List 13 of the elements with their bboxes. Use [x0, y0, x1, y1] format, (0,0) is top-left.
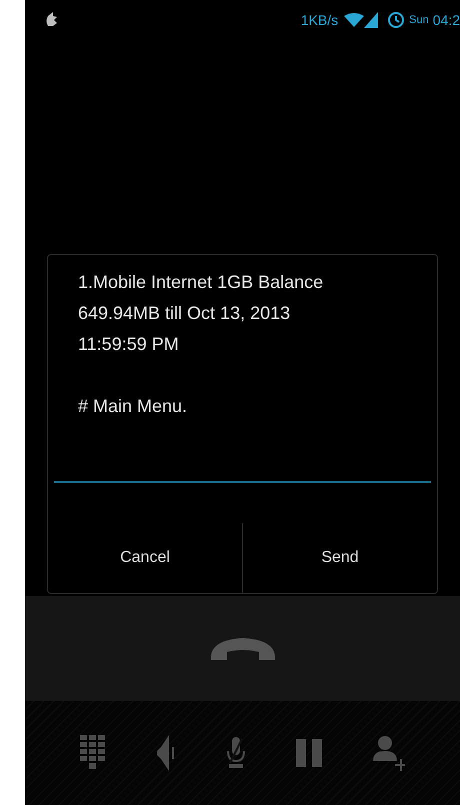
add-person-button[interactable]	[373, 735, 406, 771]
data-speed: 1KB/s	[300, 10, 338, 30]
signal-icon	[364, 12, 378, 28]
clock-icon	[388, 12, 404, 28]
day-label: Sun	[409, 12, 429, 28]
cancel-button[interactable]: Cancel	[48, 523, 242, 593]
dialpad-button[interactable]	[80, 735, 106, 771]
message-text: 1.Mobile Internet 1GB Balance 649.94MB till Oct 13, 2013 11:59:59 PM # Main Menu.	[77, 271, 324, 418]
wifi-icon	[344, 13, 364, 27]
pause-button[interactable]	[296, 739, 324, 767]
send-button[interactable]: Send	[242, 523, 437, 593]
microphone-button[interactable]	[226, 737, 246, 769]
clock-time: 04:2	[432, 10, 460, 30]
